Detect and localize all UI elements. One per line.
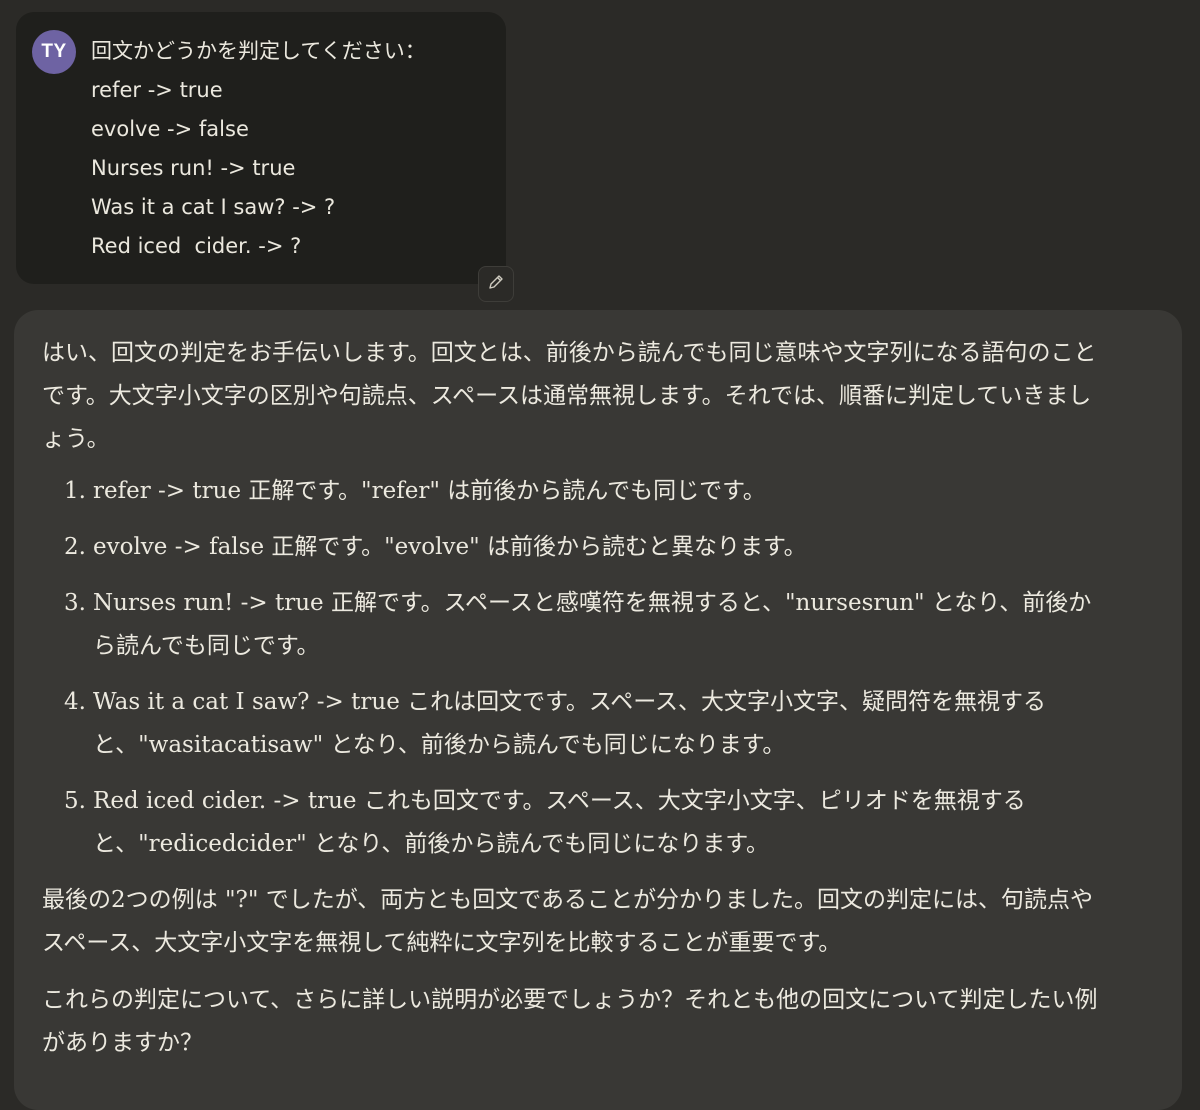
list-item-text: Red iced cider. -> true これも回文です。スペース、大文字… <box>93 788 1026 857</box>
user-message-line: evolve -> false <box>91 117 249 141</box>
user-message-line: Red iced cider. -> ? <box>91 234 302 258</box>
list-item: 2. evolve -> false 正解です。"evolve" は前後から読む… <box>42 526 1103 569</box>
list-item-number: 1. <box>64 478 86 504</box>
user-message-line: Was it a cat I saw? -> ? <box>91 195 336 219</box>
edit-message-button[interactable] <box>478 266 514 302</box>
pencil-icon <box>487 273 505 295</box>
assistant-intro: はい、回文の判定をお手伝いします。回文とは、前後から読んでも同じ意味や文字列にな… <box>42 340 1097 452</box>
list-item: 5. Red iced cider. -> true これも回文です。スペース、… <box>42 780 1103 866</box>
list-item-text: refer -> true 正解です。"refer" は前後から読んでも同じです… <box>93 478 766 504</box>
list-item-number: 5. <box>64 788 86 814</box>
user-avatar: TY <box>32 30 76 74</box>
list-item: 1. refer -> true 正解です。"refer" は前後から読んでも同… <box>42 470 1103 513</box>
assistant-summary: 最後の2つの例は "?" でしたが、両方とも回文であることが分かりました。回文の… <box>42 887 1094 956</box>
list-item-text: evolve -> false 正解です。"evolve" は前後から読むと異な… <box>93 534 807 560</box>
list-item-number: 3. <box>64 590 86 616</box>
user-message-line: refer -> true <box>91 78 223 102</box>
list-item-number: 4. <box>64 689 86 715</box>
user-message-line: 回文かどうかを判定してください： <box>91 39 426 63</box>
list-item-text: Nurses run! -> true 正解です。スペースと感嘆符を無視すると、… <box>93 590 1092 659</box>
list-item: 4. Was it a cat I saw? -> true これは回文です。ス… <box>42 681 1103 767</box>
assistant-followup-question: これらの判定について、さらに詳しい説明が必要でしょうか？それとも他の回文について… <box>42 987 1098 1056</box>
user-message-line: Nurses run! -> true <box>91 156 296 180</box>
assistant-message: はい、回文の判定をお手伝いします。回文とは、前後から読んでも同じ意味や文字列にな… <box>14 310 1182 1110</box>
user-message: TY 回文かどうかを判定してください： refer -> true evolve… <box>16 12 506 284</box>
palindrome-results-list: 1. refer -> true 正解です。"refer" は前後から読んでも同… <box>42 470 1154 866</box>
list-item-text: Was it a cat I saw? -> true これは回文です。スペース… <box>93 689 1047 758</box>
list-item: 3. Nurses run! -> true 正解です。スペースと感嘆符を無視す… <box>42 582 1103 668</box>
list-item-number: 2. <box>64 534 86 560</box>
user-message-text: 回文かどうかを判定してください： refer -> true evolve ->… <box>91 32 496 266</box>
